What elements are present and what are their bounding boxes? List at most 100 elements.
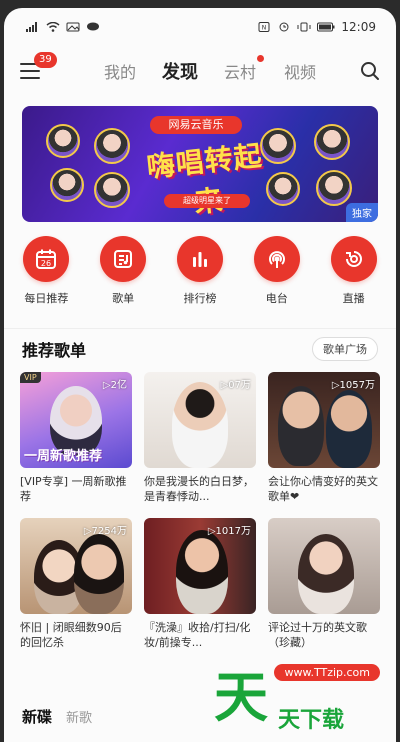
artist-avatar <box>94 128 130 164</box>
playlist-title: 怀旧 | 闭眼细数90后的回忆杀 <box>20 621 122 649</box>
image-notification-icon <box>66 22 80 32</box>
playlist-cover: VIP ▷2亿 一周新歌推荐 <box>20 372 132 468</box>
alarm-icon <box>279 22 289 32</box>
search-icon[interactable] <box>360 61 380 81</box>
top-nav: 39 我的 发现 云村 视频 <box>4 46 396 96</box>
recommend-header: 推荐歌单 歌单广场 <box>4 328 396 368</box>
quick-live[interactable]: 直播 <box>322 236 386 316</box>
menu-icon-line <box>20 70 40 72</box>
play-count-value: 2亿 <box>110 380 127 391</box>
artist-avatar <box>50 168 84 202</box>
artist-avatar <box>46 124 80 158</box>
playlist-title: 会让你心情变好的英文歌单❤ <box>268 475 378 503</box>
cover-photo <box>298 534 354 614</box>
chart-bars-icon <box>176 236 223 282</box>
quick-label: 每日推荐 <box>24 292 69 305</box>
quick-label: 歌单 <box>112 292 135 305</box>
promo-banner[interactable]: 网易云音乐 嗨唱转起来 超级明星来了 独家 <box>22 106 378 222</box>
quick-charts[interactable]: 排行榜 <box>168 236 232 316</box>
app-screen: N 12:09 39 我的 发现 云村 视频 网易云音乐 嗨唱转起来 超级明星来… <box>4 8 396 742</box>
status-right: N 12:09 <box>257 20 376 34</box>
banner-exclusive-tag: 独家 <box>346 203 378 222</box>
banner-title: 嗨唱转起来 <box>145 139 265 219</box>
wifi-icon <box>46 22 60 32</box>
watermark-text: 天下载 <box>278 708 345 733</box>
playlist-card[interactable]: ▷1057万 会让你心情变好的英文歌单❤ <box>268 372 380 504</box>
svg-text:N: N <box>262 25 267 32</box>
playlist-cover: ▷1057万 <box>268 372 380 468</box>
status-left <box>26 22 100 32</box>
playlist-cover <box>268 518 380 614</box>
playlist-card[interactable]: VIP ▷2亿 一周新歌推荐 [VIP专享] 一周新歌推荐 <box>20 372 132 504</box>
quick-daily-recommend[interactable]: 26 每日推荐 <box>14 236 78 316</box>
play-count-value: 7254万 <box>91 526 127 537</box>
playlist-square-button[interactable]: 歌单广场 <box>312 336 378 361</box>
play-count-value: 1057万 <box>339 380 375 391</box>
calendar-icon: 26 <box>23 236 70 282</box>
playlist-card[interactable]: ▷7254万 怀旧 | 闭眼细数90后的回忆杀 <box>20 518 132 650</box>
status-bar: N 12:09 <box>4 8 396 46</box>
play-count: ▷07万 <box>220 380 251 391</box>
chat-notification-icon <box>87 22 99 31</box>
tab-cloud-village[interactable]: 云村 <box>210 55 270 83</box>
menu-icon-line <box>20 77 40 79</box>
cover-caption: 一周新歌推荐 <box>24 449 103 464</box>
tab-discover[interactable]: 发现 <box>150 58 210 84</box>
tab-video[interactable]: 视频 <box>270 59 330 83</box>
quick-label: 排行榜 <box>183 292 217 305</box>
nfc-icon: N <box>258 22 270 32</box>
notification-badge: 39 <box>34 52 57 68</box>
banner-subtitle: 超级明星来了 <box>164 194 250 208</box>
tab-cloud-village-label: 云村 <box>223 63 256 82</box>
radio-icon <box>253 236 300 282</box>
cover-photo <box>176 530 228 614</box>
vibrate-icon <box>297 22 311 32</box>
tab-mine[interactable]: 我的 <box>90 59 150 83</box>
cover-photo <box>278 386 324 466</box>
vip-tag: VIP <box>20 372 41 383</box>
play-count-value: 1017万 <box>215 526 251 537</box>
playlist-cover: ▷1017万 <box>144 518 256 614</box>
playlist-title: 评论过十万的英文歌（珍藏） <box>268 621 367 649</box>
quick-label: 直播 <box>342 292 365 305</box>
artist-avatar <box>316 170 352 206</box>
playlist-title: 你是我漫长的白日梦，是青春悸动... <box>144 475 254 503</box>
playlist-cover: ▷07万 <box>144 372 256 468</box>
cover-photo <box>172 382 228 468</box>
watermark-logo: 天 <box>214 666 268 729</box>
status-time: 12:09 <box>341 20 376 34</box>
playlist-cover: ▷7254万 <box>20 518 132 614</box>
playlist-title: [VIP专享] 一周新歌推荐 <box>20 475 127 503</box>
artist-avatar <box>94 172 130 208</box>
cover-photo <box>74 534 124 614</box>
playlist-icon <box>100 236 147 282</box>
playlist-title: 『洗澡』收拾/打扫/化妆/前操专... <box>144 621 251 649</box>
play-count: ▷1057万 <box>331 380 375 391</box>
nav-tabs: 我的 发现 云村 视频 <box>90 46 330 96</box>
menu-button[interactable]: 39 <box>20 52 57 81</box>
section-title: 推荐歌单 <box>22 340 87 360</box>
playlist-card[interactable]: ▷1017万 『洗澡』收拾/打扫/化妆/前操专... <box>144 518 256 650</box>
play-count: ▷7254万 <box>83 526 127 537</box>
banner-logo: 网易云音乐 <box>150 116 242 134</box>
playlist-grid: VIP ▷2亿 一周新歌推荐 [VIP专享] 一周新歌推荐 ▷07万 你是我漫长… <box>20 372 380 650</box>
play-count-value: 07万 <box>228 380 251 391</box>
play-count: ▷1017万 <box>207 526 251 537</box>
new-dot <box>257 55 264 62</box>
artist-avatar <box>314 124 350 160</box>
play-count: ▷2亿 <box>102 380 127 391</box>
signal-icon <box>26 22 37 32</box>
tab-new-albums[interactable]: 新碟 <box>22 706 52 727</box>
watermark-url: www.TTzip.com <box>274 664 380 681</box>
quick-playlists[interactable]: 歌单 <box>91 236 155 316</box>
quick-label: 电台 <box>265 292 288 305</box>
quick-actions: 26 每日推荐 歌单 排行榜 电台 直播 <box>4 236 396 316</box>
tab-new-songs[interactable]: 新歌 <box>66 707 92 726</box>
live-icon <box>330 236 377 282</box>
playlist-card[interactable]: 评论过十万的英文歌（珍藏） <box>268 518 380 650</box>
calendar-day: 26 <box>41 259 51 268</box>
battery-icon <box>317 22 335 32</box>
cover-photo <box>326 390 372 468</box>
playlist-card[interactable]: ▷07万 你是我漫长的白日梦，是青春悸动... <box>144 372 256 504</box>
quick-radio[interactable]: 电台 <box>245 236 309 316</box>
